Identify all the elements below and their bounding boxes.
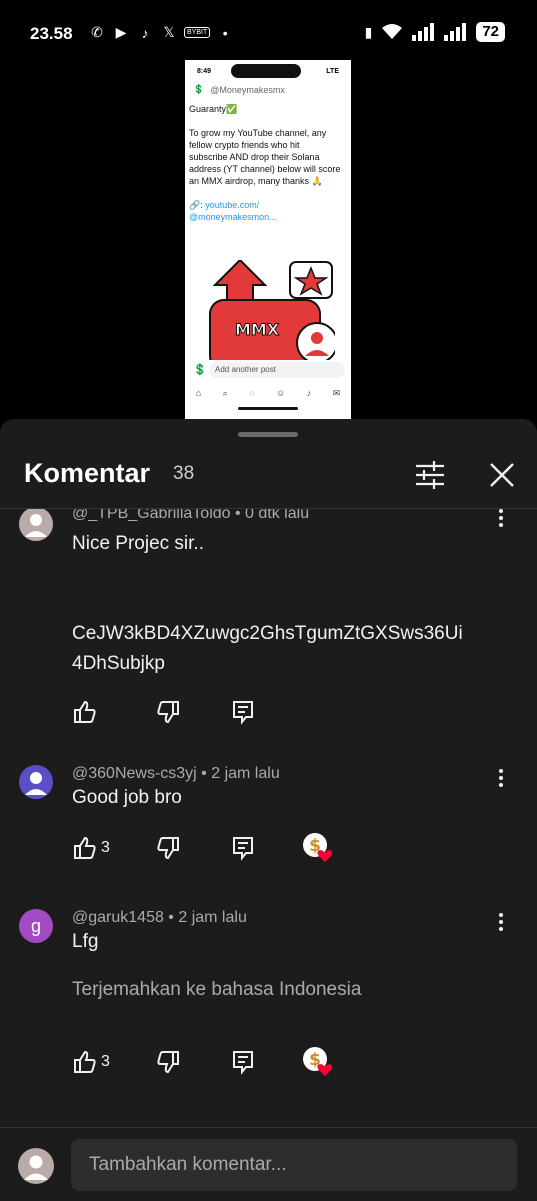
post-text: Guaranty✅ To grow my YouTube channel, an… xyxy=(185,103,351,223)
search-icon: ⌕ xyxy=(222,388,228,398)
video-player[interactable]: 8:49 LTE 💲 @Moneymakesmx Guaranty✅ To gr… xyxy=(185,60,351,420)
dislike-icon[interactable] xyxy=(155,699,181,725)
video-phone-network: LTE xyxy=(326,67,339,75)
mmx-text: MMX xyxy=(235,320,280,339)
close-icon[interactable] xyxy=(484,457,520,493)
link-icon: 🔗 xyxy=(189,200,201,210)
dislike-icon[interactable] xyxy=(155,1049,181,1075)
reply-icon[interactable] xyxy=(230,835,256,861)
clock: 23.58 xyxy=(30,24,73,43)
post-line xyxy=(189,115,345,127)
post-line: Guaranty✅ xyxy=(189,104,238,114)
dynamic-island xyxy=(231,64,301,78)
more-options-icon[interactable] xyxy=(490,767,512,789)
post-handle: @Moneymakesmx xyxy=(210,84,285,95)
post-link-2: @moneymakesmon... xyxy=(189,212,277,222)
comment-meta: @_TPB_GabrillaToldo • 0 dtk lalu xyxy=(72,509,309,523)
like-count: 3 xyxy=(101,1053,110,1070)
reply-icon[interactable] xyxy=(230,1049,256,1075)
comment-author[interactable]: @_TPB_GabrillaToldo xyxy=(72,509,231,522)
comment-line: 4DhSubjkp xyxy=(72,653,165,674)
people-icon: ☺ xyxy=(276,388,286,398)
comments-list[interactable]: @_TPB_GabrillaToldo • 0 dtk lalu Nice Pr… xyxy=(0,509,537,1128)
comment-text: Lfg xyxy=(72,931,99,952)
comment-time: 2 jam lalu xyxy=(178,909,247,926)
battery-indicator: 72 xyxy=(476,22,505,42)
post-link: 🔗: youtube.com/ xyxy=(189,200,260,210)
notification-icons: ✆ ▶ ♪ 𝕏 BYBIT • xyxy=(88,24,234,41)
comment-actions: 3 $ xyxy=(72,833,372,862)
video-bottom-bar: 💲 Add another post ⌂ ⌕ ◌ ☺ ♪ ✉ xyxy=(185,360,351,420)
post-line: an MMX airdrop, many thanks 🙏 xyxy=(189,176,323,186)
comment-meta: @garuk1458 • 2 jam lalu xyxy=(72,909,247,926)
dollar-small-icon: 💲 xyxy=(193,364,207,376)
more-options-icon[interactable] xyxy=(490,911,512,933)
post-line: To grow my YouTube channel, any xyxy=(189,128,327,138)
dollar-avatar-icon: 💲 xyxy=(193,84,205,94)
comment-time: 0 dtk lalu xyxy=(245,509,310,522)
comment-author[interactable]: @garuk1458 xyxy=(72,909,164,926)
dislike-icon[interactable] xyxy=(155,835,181,861)
creator-heart-icon: $ xyxy=(303,1047,332,1076)
x-icon: 𝕏 xyxy=(163,24,175,40)
mail-icon: ✉ xyxy=(332,388,341,398)
video-nav-icons: ⌂ ⌕ ◌ ☺ ♪ ✉ xyxy=(185,388,351,399)
translate-link[interactable]: Terjemahkan ke bahasa Indonesia xyxy=(72,979,361,1001)
sheet-title: Komentar xyxy=(24,458,151,488)
system-icons: ▮ 72 xyxy=(365,22,505,42)
comment-text: Good job bro xyxy=(72,787,182,808)
comment-meta: @360News-cs3yj • 2 jam lalu xyxy=(72,765,280,782)
whatsapp-icon: ✆ xyxy=(91,24,103,40)
avatar[interactable] xyxy=(19,509,53,541)
comment-input-bar xyxy=(0,1127,537,1201)
vibrate-icon: ▮ xyxy=(364,23,373,40)
status-bar: 23.58 ✆ ▶ ♪ 𝕏 BYBIT • ▮ 72 xyxy=(0,0,537,56)
avatar[interactable] xyxy=(19,765,53,799)
home-indicator xyxy=(238,407,298,410)
signal-icon xyxy=(412,23,435,41)
like-icon[interactable] xyxy=(72,835,98,861)
comment-line: Nice Projec sir.. xyxy=(72,533,204,554)
like-count: 3 xyxy=(101,839,110,856)
avatar-letter: g xyxy=(30,916,41,936)
youtube-icon: ▶ xyxy=(115,24,127,40)
post-line: subscribe AND drop their Solana xyxy=(189,152,320,162)
home-icon: ⌂ xyxy=(195,388,202,398)
reply-icon[interactable] xyxy=(230,699,256,725)
comment-actions xyxy=(72,699,372,725)
signal-icon-2 xyxy=(444,23,467,41)
wifi-icon xyxy=(382,24,403,39)
post-line: address (YT channel) below will score xyxy=(189,164,341,174)
comment-author[interactable]: @360News-cs3yj xyxy=(72,765,197,782)
grok-icon: ◌ xyxy=(249,388,255,398)
comment-text: Nice Projec sir.. CeJW3kBD4XZuwgc2GhsTgu… xyxy=(72,529,463,679)
post-line: fellow crypto friends who hit xyxy=(189,140,300,150)
comments-sheet: Komentar 38 @_TPB_GabrillaToldo • 0 dtk … xyxy=(0,419,537,1200)
post-handle-row: 💲 @Moneymakesmx xyxy=(185,82,351,95)
comment-actions: 3 $ xyxy=(72,1047,372,1076)
filter-icon[interactable] xyxy=(412,457,448,493)
tiktok-icon: ♪ xyxy=(141,24,149,41)
dot-icon: • xyxy=(222,24,228,41)
sheet-drag-handle[interactable] xyxy=(238,432,298,437)
creator-heart-icon: $ xyxy=(303,833,332,862)
video-phone-time: 8:49 xyxy=(197,67,212,75)
like-icon[interactable] xyxy=(72,699,98,725)
like-icon[interactable] xyxy=(72,1049,98,1075)
bybit-icon: BYBIT xyxy=(184,27,211,38)
bell-icon: ♪ xyxy=(306,388,312,398)
comment-time: 2 jam lalu xyxy=(211,765,280,782)
avatar[interactable]: g xyxy=(19,909,53,943)
user-avatar xyxy=(18,1148,54,1184)
comment-count: 38 xyxy=(173,463,195,484)
add-comment-input[interactable] xyxy=(71,1139,517,1191)
more-options-icon[interactable] xyxy=(490,509,512,529)
comment-line: CeJW3kBD4XZuwgc2GhsTgumZtGXSws36Ui xyxy=(72,623,463,644)
sheet-header: Komentar 38 xyxy=(0,449,537,499)
add-post-field: Add another post xyxy=(209,362,345,378)
